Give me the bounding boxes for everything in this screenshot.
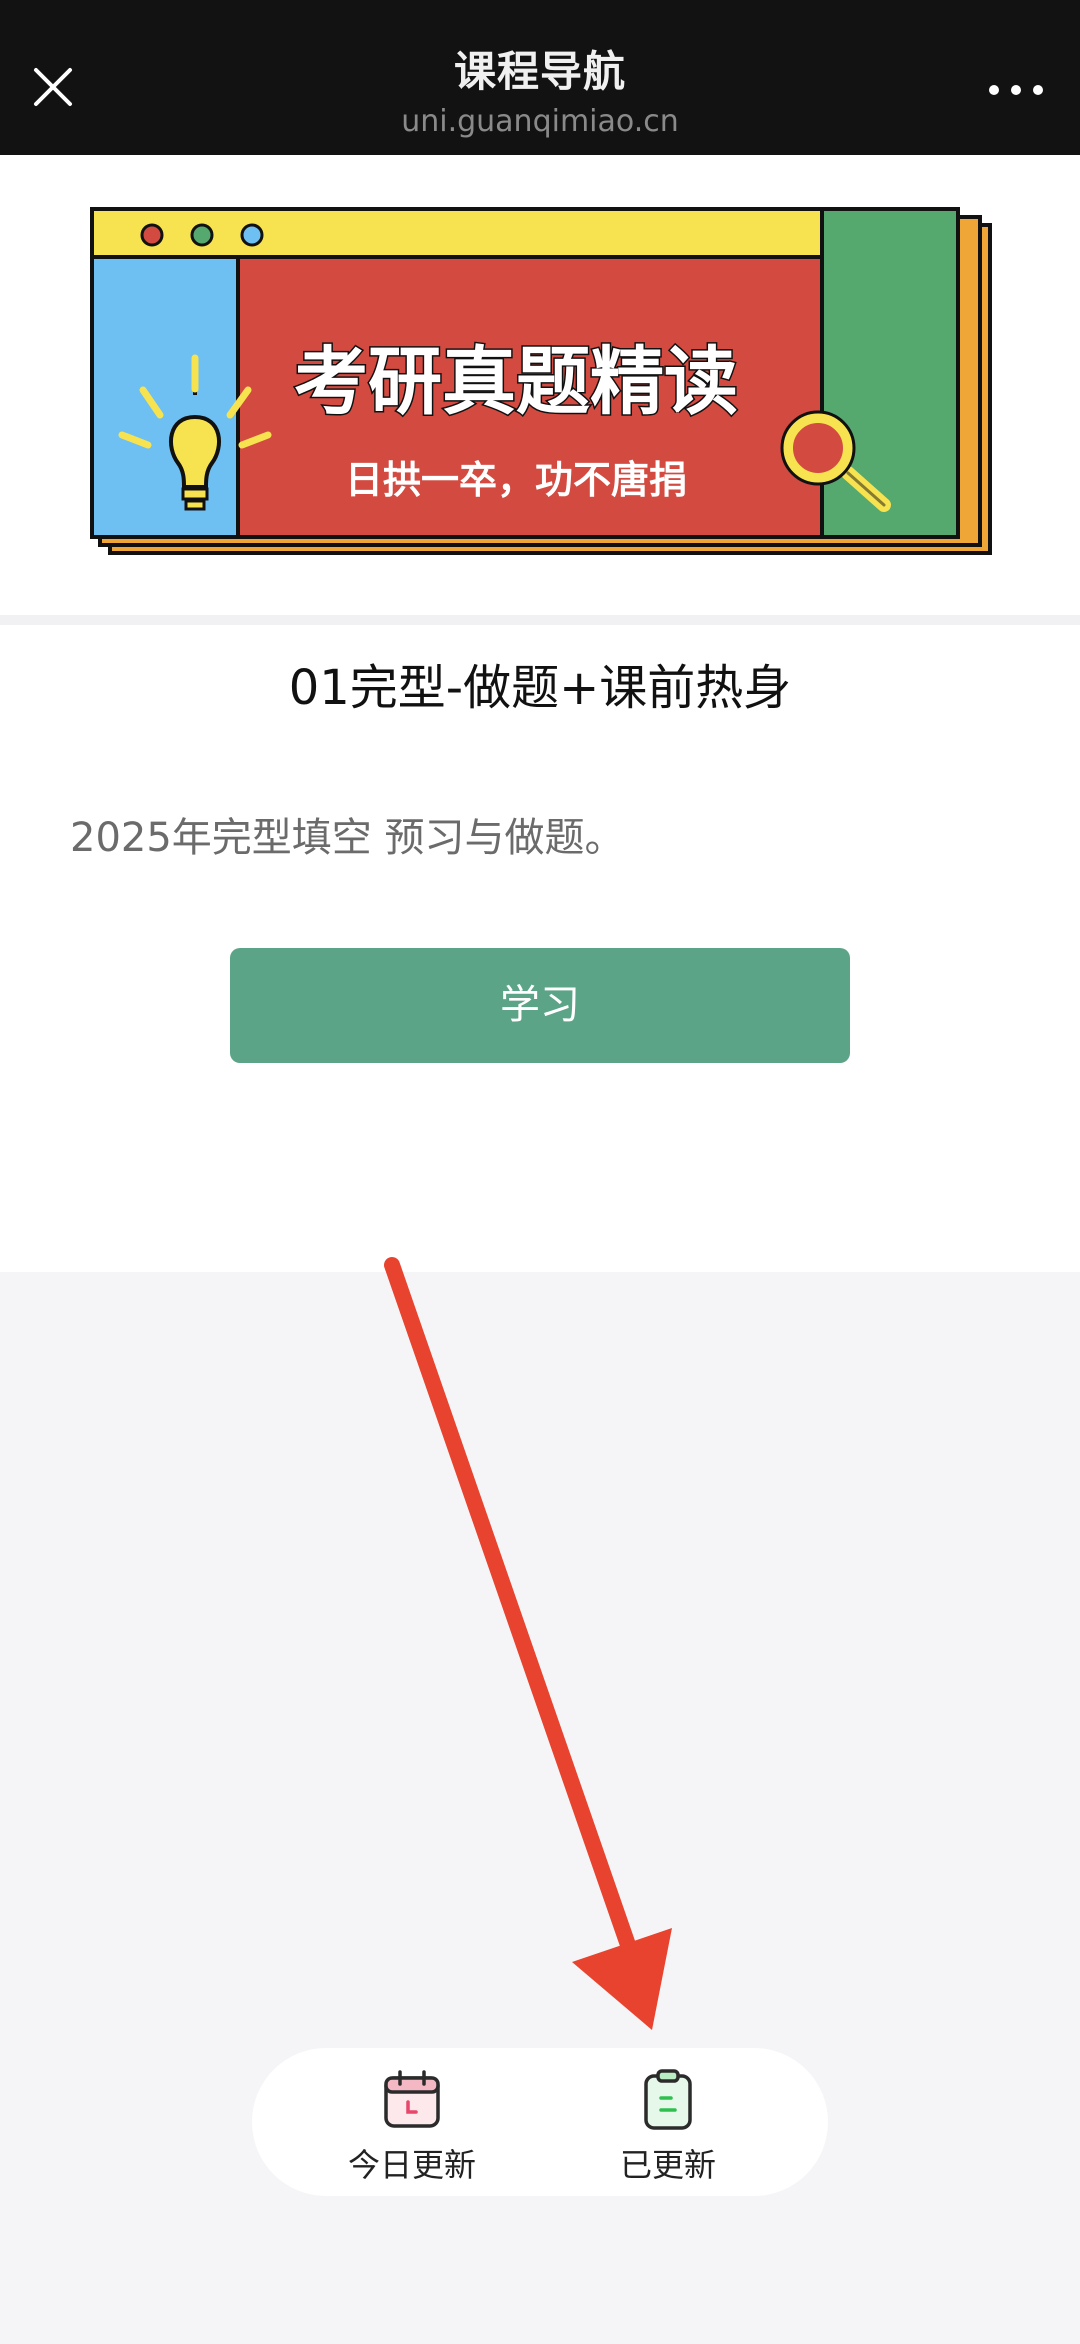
nav-label: 已更新 <box>619 2146 716 2184</box>
clipboard-icon <box>644 2069 692 2130</box>
page-title: 课程导航 <box>453 47 626 96</box>
calendar-icon <box>384 2070 440 2128</box>
course-banner: 考研真题精读 日拱一卒，功不唐捐 <box>0 155 1080 615</box>
more-button[interactable] <box>976 58 1056 118</box>
banner-headline: 考研真题精读 <box>294 339 738 425</box>
banner-tagline: 日拱一卒，功不唐捐 <box>345 458 687 502</box>
study-button[interactable]: 学习 <box>230 948 850 1063</box>
course-description: 2025年完型填空 预习与做题。 <box>70 815 625 861</box>
course-card: 考研真题精读 日拱一卒，功不唐捐 01完型-做题+课前热身 2025年完型填空 … <box>0 155 1080 1272</box>
nav-today-updates[interactable]: 今日更新 <box>312 2068 512 2184</box>
bottom-nav: 今日更新 已更新 <box>252 2048 828 2196</box>
nav-updated[interactable]: 已更新 <box>568 2068 768 2184</box>
divider <box>0 615 1080 625</box>
page-url: uni.guanqimiao.cn <box>401 104 679 139</box>
nav-label: 今日更新 <box>347 2146 476 2184</box>
more-dots-icon <box>989 85 1043 95</box>
course-title: 01完型-做题+课前热身 <box>288 660 792 716</box>
top-bar: 课程导航 uni.guanqimiao.cn <box>0 0 1080 155</box>
